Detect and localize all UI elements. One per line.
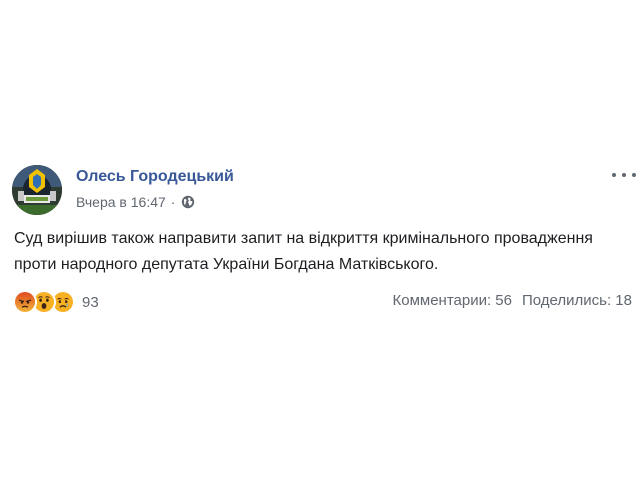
meta-separator: · bbox=[170, 194, 176, 210]
post-stats: Комментарии: 56 Поделились: 18 bbox=[393, 292, 633, 309]
avatar-image bbox=[12, 165, 62, 215]
post-meta: Вчера в 16:47 · bbox=[76, 194, 195, 210]
author-name-link[interactable]: Олесь Городецький bbox=[76, 168, 234, 186]
reaction-count[interactable]: 93 bbox=[82, 294, 99, 311]
comments-count-link[interactable]: Комментарии: 56 bbox=[393, 292, 513, 309]
reactions-bar[interactable]: 93 bbox=[13, 290, 99, 314]
post-options-button[interactable] bbox=[612, 168, 636, 182]
globe-icon[interactable] bbox=[181, 195, 195, 209]
dot-icon bbox=[612, 173, 616, 177]
shares-count-link[interactable]: Поделились: 18 bbox=[522, 292, 632, 309]
post-timestamp[interactable]: Вчера в 16:47 bbox=[76, 194, 166, 210]
dot-icon bbox=[622, 173, 626, 177]
post-text: Суд вирішив також направити запит на від… bbox=[14, 230, 593, 273]
author-avatar[interactable] bbox=[12, 165, 62, 215]
angry-reaction-icon bbox=[13, 290, 37, 314]
dot-icon bbox=[632, 173, 636, 177]
facebook-post: Олесь Городецький Вчера в 16:47 · Суд ви… bbox=[0, 0, 640, 480]
